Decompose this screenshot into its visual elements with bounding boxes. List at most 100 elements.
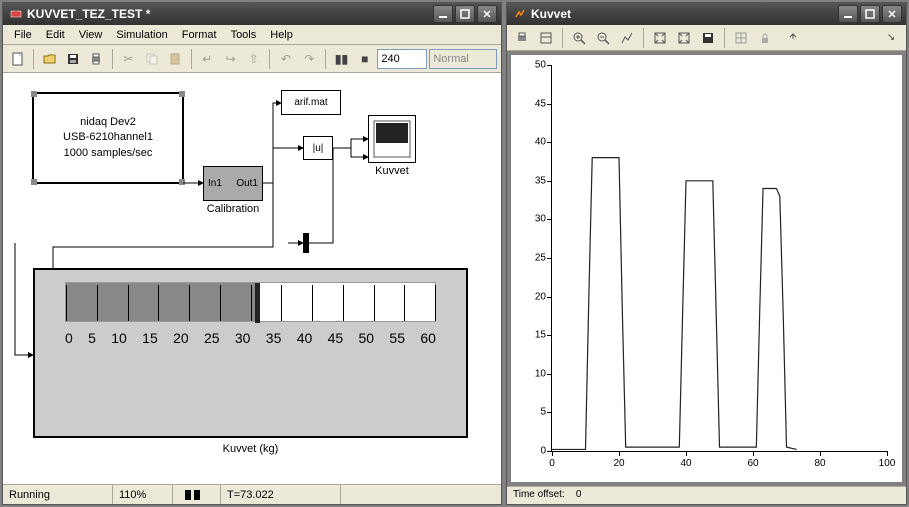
menu-tools[interactable]: Tools [224, 27, 264, 43]
separator [562, 28, 563, 48]
x-tick-label: 0 [549, 458, 555, 469]
gauge-tick-label: 40 [297, 330, 313, 346]
block-scope[interactable] [368, 115, 416, 163]
statusbar: Running 110% T=73.022 [3, 484, 501, 504]
model-canvas[interactable]: nidaq Dev2 USB-6210hannel1 1000 samples/… [3, 73, 501, 484]
sim-mode-select[interactable]: Normal [429, 49, 497, 69]
gauge-label: Kuvvet (kg) [33, 443, 468, 455]
status-time: T=73.022 [221, 485, 341, 504]
redo-icon[interactable]: ↷ [299, 48, 320, 70]
toolbar: ✂ ↵ ↪ ⇧ ↶ ↷ ▮▮ ■ Normal [3, 45, 501, 73]
titlebar-simulink[interactable]: KUVVET_TEZ_TEST * [3, 3, 501, 25]
gauge-tick-label: 50 [359, 330, 375, 346]
nav-back-icon[interactable]: ↵ [197, 48, 218, 70]
stop-button[interactable]: ■ [354, 48, 375, 70]
separator [643, 28, 644, 48]
title-text: KUVVET_TEZ_TEST * [27, 7, 150, 21]
copy-icon[interactable] [141, 48, 162, 70]
cut-icon[interactable]: ✂ [118, 48, 139, 70]
print-icon[interactable] [86, 48, 107, 70]
fit-icon[interactable] [649, 27, 671, 49]
nav-fwd-icon[interactable]: ↪ [220, 48, 241, 70]
block-source-text3: 1000 samples/sec [64, 146, 153, 161]
gauge-tick-label: 55 [389, 330, 405, 346]
nav-up-icon[interactable]: ⇧ [243, 48, 264, 70]
separator [33, 49, 34, 69]
y-tick-label: 30 [522, 214, 546, 225]
minimize-button[interactable] [433, 5, 453, 23]
x-tick-label: 60 [747, 458, 758, 469]
y-tick-label: 15 [522, 330, 546, 341]
gauge-scale: 051015202530354045505560 [65, 330, 436, 346]
block-calibration[interactable]: In1 Out1 [203, 166, 263, 201]
block-gauge[interactable]: 051015202530354045505560 [33, 268, 468, 438]
undo-icon[interactable]: ↶ [275, 48, 296, 70]
autoscale-icon[interactable] [616, 27, 638, 49]
save-axes-icon[interactable] [697, 27, 719, 49]
grid-icon[interactable] [730, 27, 752, 49]
tofile-label: arif.mat [294, 97, 327, 108]
y-tick-label: 20 [522, 291, 546, 302]
float-icon[interactable] [778, 27, 800, 49]
paste-icon[interactable] [164, 48, 185, 70]
gauge-tick-label: 60 [420, 330, 436, 346]
titlebar-figure[interactable]: Kuvvet [507, 3, 906, 25]
minimize-button[interactable] [838, 5, 858, 23]
separator [112, 49, 113, 69]
menu-simulation[interactable]: Simulation [109, 27, 174, 43]
lock-icon[interactable] [754, 27, 776, 49]
gauge-tick-label: 5 [88, 330, 96, 346]
menu-edit[interactable]: Edit [39, 27, 72, 43]
close-button[interactable] [882, 5, 902, 23]
stop-time-input[interactable] [377, 49, 427, 69]
gauge-tick-label: 45 [328, 330, 344, 346]
menu-format[interactable]: Format [175, 27, 224, 43]
restore-icon[interactable] [673, 27, 695, 49]
menu-help[interactable]: Help [263, 27, 300, 43]
matlab-icon [513, 7, 527, 21]
y-tick-label: 35 [522, 175, 546, 186]
y-tick-label: 25 [522, 253, 546, 264]
gauge-tick-label: 0 [65, 330, 73, 346]
params-icon[interactable] [535, 27, 557, 49]
open-icon[interactable] [39, 48, 60, 70]
gauge-tick-label: 25 [204, 330, 220, 346]
zoom-in-icon[interactable] [568, 27, 590, 49]
y-tick-label: 50 [522, 60, 546, 71]
dock-icon[interactable]: ↘ [880, 27, 902, 49]
maximize-button[interactable] [860, 5, 880, 23]
gauge-tick-label: 35 [266, 330, 282, 346]
figure-statusbar: Time offset: 0 [507, 486, 906, 504]
gauge-tick-label: 30 [235, 330, 251, 346]
print-icon[interactable] [511, 27, 533, 49]
save-icon[interactable] [62, 48, 83, 70]
separator [724, 28, 725, 48]
menu-file[interactable]: File [7, 27, 39, 43]
chart-axes[interactable]: 05101520253035404550020406080100 [551, 65, 887, 452]
figure-area: 05101520253035404550020406080100 [507, 51, 906, 486]
block-analog-input[interactable]: nidaq Dev2 USB-6210hannel1 1000 samples/… [33, 93, 183, 183]
close-button[interactable] [477, 5, 497, 23]
y-tick-label: 40 [522, 137, 546, 148]
y-tick-label: 10 [522, 368, 546, 379]
block-tofile[interactable]: arif.mat [281, 90, 341, 115]
menubar: File Edit View Simulation Format Tools H… [3, 25, 501, 45]
maximize-button[interactable] [455, 5, 475, 23]
block-source-text2: USB-6210hannel1 [63, 130, 153, 145]
figure-toolbar: ↘ [507, 25, 906, 51]
x-tick-label: 40 [680, 458, 691, 469]
status-zoom: 110% [113, 485, 173, 504]
pause-button[interactable]: ▮▮ [331, 48, 352, 70]
new-model-icon[interactable] [7, 48, 28, 70]
app-icon [9, 7, 23, 21]
figure-title: Kuvvet [531, 7, 571, 21]
port-out-label: Out1 [236, 178, 258, 189]
x-tick-label: 20 [613, 458, 624, 469]
x-tick-label: 80 [814, 458, 825, 469]
block-abs[interactable]: |u| [303, 136, 333, 160]
gauge-tick-label: 10 [111, 330, 127, 346]
status-spacer [341, 485, 501, 504]
gauge-bar [65, 282, 436, 322]
menu-view[interactable]: View [72, 27, 110, 43]
zoom-out-icon[interactable] [592, 27, 614, 49]
